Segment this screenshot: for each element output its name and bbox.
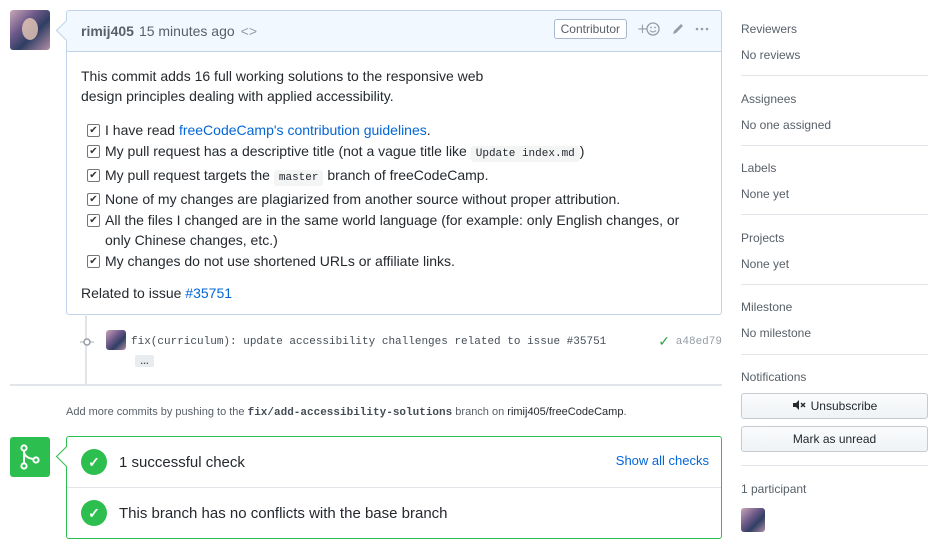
task-checkbox[interactable]: ✔	[87, 124, 100, 137]
participant-avatar[interactable]	[741, 508, 765, 532]
task-text: My changes do not use shortened URLs or …	[105, 253, 455, 269]
inline-code: master	[273, 170, 324, 186]
task-checkbox[interactable]: ✔	[87, 145, 100, 158]
code-icon: <>	[240, 23, 258, 39]
sidebar-title[interactable]: Labels	[741, 161, 928, 175]
repo-name: rimij405/freeCodeCamp	[507, 406, 624, 418]
sidebar-title: Notifications	[741, 370, 807, 384]
sidebar-divider	[741, 214, 928, 215]
contributor-badge: Contributor	[553, 19, 627, 39]
conflicts-title: This branch has no conflicts with the ba…	[119, 504, 448, 522]
sidebar-projects[interactable]: Projects None yet	[741, 231, 928, 271]
note-text: .	[623, 406, 627, 418]
sidebar-value: No milestone	[741, 326, 812, 340]
task-text: I have read	[105, 122, 179, 138]
commit-sha[interactable]: a48ed79	[676, 336, 722, 348]
task-item: ✔ All the files I changed are in the sam…	[81, 210, 685, 250]
comment-timestamp[interactable]: 15 minutes ago	[139, 23, 235, 39]
add-reaction-icon[interactable]: +	[637, 21, 661, 37]
pr-intro-text: This commit adds 16 full working solutio…	[81, 68, 484, 104]
sidebar-title: 1 participant	[741, 482, 807, 496]
task-text: )	[579, 143, 585, 159]
sidebar-divider	[741, 284, 928, 285]
sidebar-labels[interactable]: Labels None yet	[741, 161, 928, 201]
more-icon[interactable]	[695, 22, 709, 36]
task-text: My pull request targets the	[105, 167, 274, 183]
sidebar-title[interactable]: Reviewers	[741, 22, 928, 36]
sidebar-notifications: Notifications	[741, 370, 928, 384]
mark-unread-label: Mark as unread	[792, 432, 877, 446]
timeline-divider	[10, 384, 722, 386]
commit-message[interactable]: fix(curriculum): update accessibility ch…	[131, 336, 606, 348]
sidebar-title[interactable]: Assignees	[741, 92, 928, 106]
check-icon[interactable]: ✓	[658, 333, 670, 350]
comment-header: rimij405 15 minutes ago <> Contributor +	[67, 11, 721, 52]
unsubscribe-button[interactable]: Unsubscribe	[741, 393, 928, 419]
task-checkbox[interactable]: ✔	[87, 255, 100, 268]
merge-icon	[10, 437, 50, 477]
task-text: None of my changes are plagiarized from …	[105, 191, 621, 207]
mute-icon	[792, 399, 806, 414]
checks-title: 1 successful check	[119, 453, 245, 471]
task-text: All the files I changed are in the same …	[105, 212, 680, 248]
task-item: ✔ None of my changes are plagiarized fro…	[81, 189, 707, 209]
task-checkbox[interactable]: ✔	[87, 214, 100, 227]
sidebar-value: None yet	[741, 257, 790, 271]
edit-icon[interactable]	[671, 22, 685, 36]
comment-body: This commit adds 16 full working solutio…	[67, 52, 721, 303]
task-item: ✔ My pull request targets the master bra…	[81, 165, 707, 188]
show-all-checks-link[interactable]: Show all checks	[616, 453, 709, 468]
sidebar-divider	[741, 145, 928, 146]
check-icon: ✓	[81, 449, 107, 475]
contribution-guidelines-link[interactable]: freeCodeCamp's contribution guidelines	[179, 122, 427, 138]
task-text: My pull request has a descriptive title …	[105, 143, 471, 159]
check-icon: ✓	[81, 500, 107, 526]
related-issue: Related to issue #35751	[81, 283, 707, 303]
conflicts-status: ✓ This branch has no conflicts with the …	[67, 487, 721, 538]
sidebar-value: None yet	[741, 187, 790, 201]
task-checkbox[interactable]: ✔	[87, 193, 100, 206]
task-item: ✔ My pull request has a descriptive titl…	[81, 141, 707, 164]
sidebar-title[interactable]: Milestone	[741, 300, 928, 314]
task-item: ✔ My changes do not use shortened URLs o…	[81, 251, 707, 271]
note-text: branch on	[452, 406, 508, 418]
commit-author-avatar[interactable]	[106, 330, 126, 350]
task-list: ✔ I have read freeCodeCamp's contributio…	[81, 120, 707, 271]
commit-expand-button[interactable]: …	[135, 355, 154, 367]
unsubscribe-label: Unsubscribe	[810, 399, 878, 413]
note-text: Add more commits by pushing to the	[66, 406, 248, 418]
sidebar-assignees[interactable]: Assignees No one assigned	[741, 92, 928, 132]
task-text: .	[426, 122, 431, 138]
merge-status-box: ✓ 1 successful check Show all checks ✓ T…	[66, 436, 722, 539]
branch-name: fix/add-accessibility-solutions	[247, 407, 453, 419]
sidebar-value: No one assigned	[741, 118, 832, 132]
sidebar-title[interactable]: Projects	[741, 231, 928, 245]
commit-icon	[80, 336, 94, 350]
mark-unread-button[interactable]: Mark as unread	[741, 426, 928, 452]
sidebar-value: No reviews	[741, 48, 801, 62]
sidebar-divider	[741, 465, 928, 466]
sidebar-participants: 1 participant	[741, 482, 928, 532]
task-item: ✔ I have read freeCodeCamp's contributio…	[81, 120, 707, 140]
inline-code: Update index.md	[470, 146, 580, 162]
sidebar-milestone[interactable]: Milestone No milestone	[741, 300, 928, 340]
sidebar-divider	[741, 354, 928, 355]
task-text: branch of freeCodeCamp.	[323, 167, 489, 183]
svg-text:+: +	[637, 22, 648, 37]
author-avatar[interactable]	[10, 10, 50, 50]
issue-link[interactable]: #35751	[185, 285, 232, 301]
checks-status: ✓ 1 successful check Show all checks	[67, 437, 721, 487]
commit-item: fix(curriculum): update accessibility ch…	[78, 330, 724, 370]
task-checkbox[interactable]: ✔	[87, 169, 100, 182]
push-commits-note: Add more commits by pushing to the fix/a…	[66, 406, 627, 419]
sidebar-divider	[741, 75, 928, 76]
pr-description-comment: rimij405 15 minutes ago <> Contributor +…	[66, 10, 722, 315]
sidebar-reviewers[interactable]: Reviewers No reviews	[741, 22, 928, 62]
related-text: Related to issue	[81, 285, 186, 301]
comment-author[interactable]: rimij405	[81, 23, 134, 39]
